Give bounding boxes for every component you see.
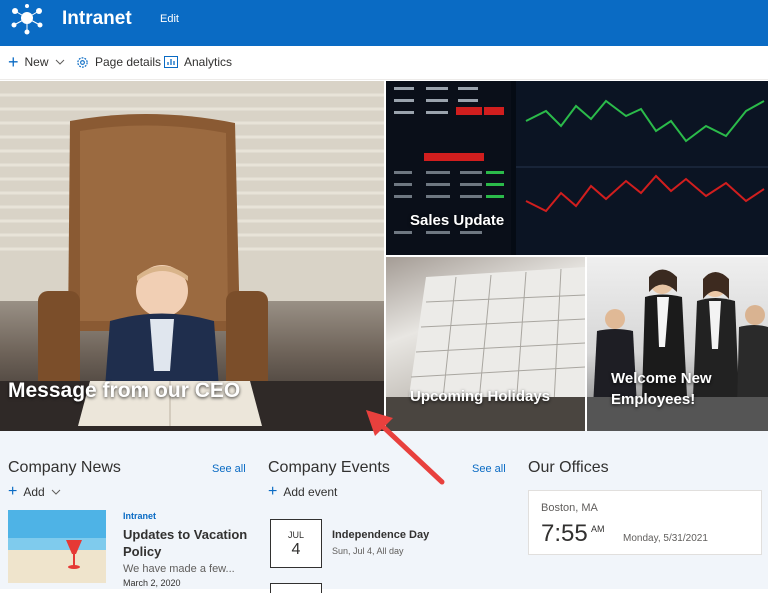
event-date-box[interactable]: JUL 4 xyxy=(270,519,322,568)
news-section-title: Company News xyxy=(8,459,121,476)
events-see-all-link[interactable]: See all xyxy=(472,463,506,475)
event-meta: Sun, Jul 4, All day xyxy=(332,546,404,556)
offices-section-title: Our Offices xyxy=(528,459,609,476)
news-item-date: March 2, 2020 xyxy=(123,578,181,588)
event-title[interactable]: Independence Day xyxy=(332,529,429,541)
event-month: JUL xyxy=(287,530,304,540)
hero-tile-holidays[interactable]: Upcoming Holidays xyxy=(386,257,585,431)
gear-icon xyxy=(77,56,88,68)
news-add-button[interactable]: + Add xyxy=(8,483,61,500)
suite-bar: Intranet Edit xyxy=(0,0,768,46)
hero-web-part: Message from our CEO Sales Update Upcomi… xyxy=(0,81,768,431)
news-source[interactable]: Intranet xyxy=(123,511,156,521)
chevron-down-icon xyxy=(51,489,61,495)
hero-tile-sales[interactable]: Sales Update xyxy=(386,81,768,255)
analytics-label: Analytics xyxy=(184,55,233,69)
hero-tile-employees[interactable]: Welcome New Employees! xyxy=(587,257,768,431)
event-day: 4 xyxy=(291,541,301,558)
new-label: New xyxy=(24,55,49,69)
chevron-down-icon xyxy=(55,59,64,65)
beach-image xyxy=(8,510,106,583)
plus-icon: + xyxy=(8,52,19,72)
office-city: Boston, MA xyxy=(541,502,598,514)
page-details-label: Page details xyxy=(95,55,162,69)
news-add-label: Add xyxy=(23,485,45,499)
plus-icon: + xyxy=(268,483,278,500)
office-ampm: AM xyxy=(591,524,605,534)
new-button[interactable]: + New xyxy=(8,52,65,72)
edit-link[interactable]: Edit xyxy=(160,13,179,25)
hero-caption-ceo: Message from our CEO xyxy=(8,379,241,402)
hero-caption-employees: Welcome New Employees! xyxy=(611,370,712,408)
news-item-title[interactable]: Updates to Vacation Policy xyxy=(123,526,253,560)
news-thumbnail[interactable] xyxy=(8,510,106,583)
hero-caption-sales: Sales Update xyxy=(410,212,505,229)
news-item-excerpt: We have made a few... xyxy=(123,563,235,575)
news-see-all-link[interactable]: See all xyxy=(212,463,246,475)
add-event-label: Add event xyxy=(283,485,338,499)
command-bar: + New Page details Analytics xyxy=(0,46,768,80)
analytics-button[interactable]: Analytics xyxy=(164,55,232,69)
analytics-icon xyxy=(164,56,178,68)
office-time: 7:55 xyxy=(541,520,588,547)
add-event-button[interactable]: + Add event xyxy=(268,483,338,500)
app-logo-icon[interactable] xyxy=(8,3,46,37)
page-details-button[interactable]: Page details xyxy=(76,55,161,69)
events-section-title: Company Events xyxy=(268,459,390,476)
event-date-box-next[interactable] xyxy=(270,583,322,593)
site-title[interactable]: Intranet xyxy=(62,8,132,30)
hero-caption-holidays: Upcoming Holidays xyxy=(410,388,551,405)
plus-icon: + xyxy=(8,483,18,500)
hero-tile-ceo[interactable]: Message from our CEO xyxy=(0,81,384,431)
office-date: Monday, 5/31/2021 xyxy=(623,533,708,544)
content-section: Company News See all + Add Intranet Upda… xyxy=(0,431,768,593)
office-card: Boston, MA 7:55 AM Monday, 5/31/2021 xyxy=(528,490,762,555)
